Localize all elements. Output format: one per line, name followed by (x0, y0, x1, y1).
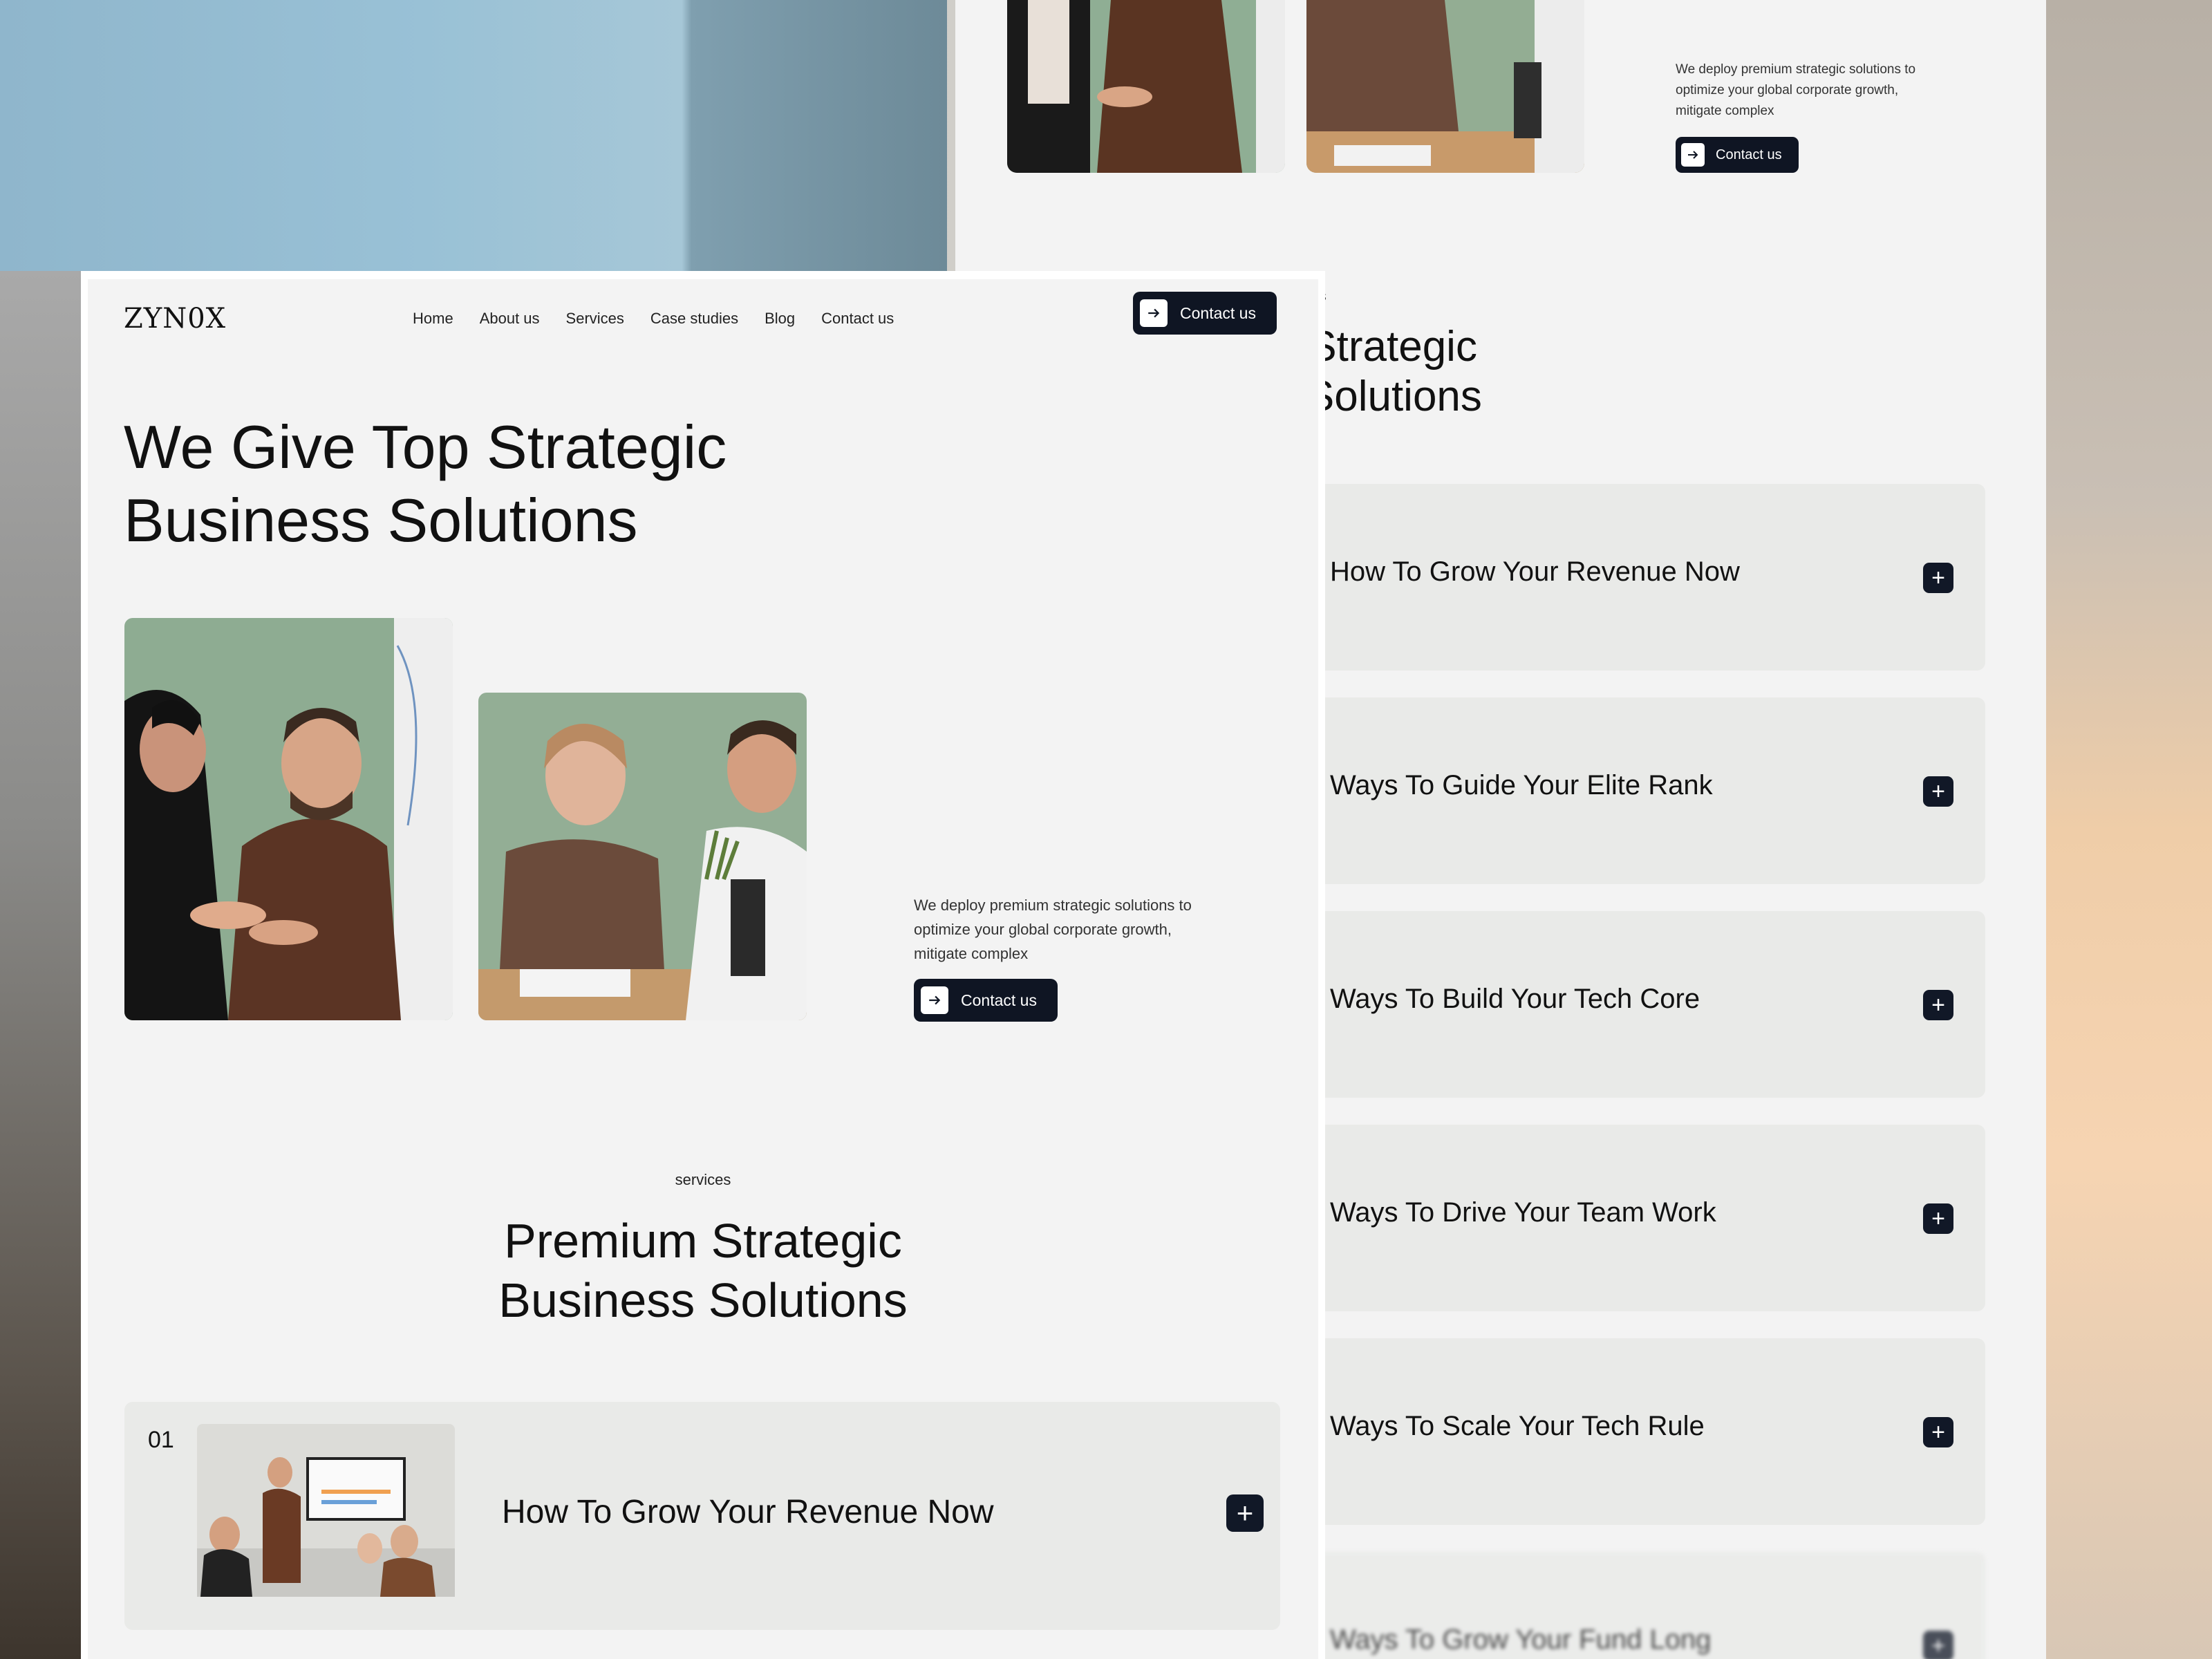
hero-contact-button[interactable]: Contact us (914, 979, 1058, 1022)
services-title-line2: Business Solutions (498, 1273, 908, 1327)
hero-title-line1: We Give Top Strategic (124, 413, 727, 481)
plus-icon[interactable]: + (1923, 1417, 1953, 1447)
plus-icon[interactable]: + (1923, 563, 1953, 593)
brand-logo[interactable]: ZYN0X (124, 303, 226, 335)
nav-item-home[interactable]: Home (413, 310, 453, 328)
back-service-label: Ways To Build Your Tech Core (1330, 984, 1700, 1014)
service-label: How To Grow Your Revenue Now (502, 1494, 994, 1530)
arrow-right-icon (1140, 299, 1168, 327)
arrow-right-icon (921, 986, 948, 1014)
nav-item-blog[interactable]: Blog (765, 310, 795, 328)
background-left-edge (0, 271, 83, 1659)
background-sky-photo (0, 0, 947, 271)
back-contact-button[interactable]: Contact us (1676, 137, 1799, 173)
services-title-line1: Premium Strategic (504, 1214, 902, 1268)
plus-icon[interactable]: + (1923, 990, 1953, 1020)
nav-item-about[interactable]: About us (480, 310, 540, 328)
hero-description: We deploy premium strategic solutions to… (914, 897, 1192, 962)
back-hero-description: We deploy premium strategic solutions to… (1676, 62, 1916, 118)
main-nav: Home About us Services Case studies Blog… (413, 310, 894, 328)
plus-icon[interactable]: + (1923, 1203, 1953, 1234)
nav-item-case-studies[interactable]: Case studies (650, 310, 738, 328)
hero-title-line2: Business Solutions (124, 486, 638, 554)
plus-icon[interactable]: + (1226, 1494, 1264, 1532)
plus-icon[interactable]: + (1923, 1631, 1953, 1659)
back-service-label: How To Grow Your Revenue Now (1330, 556, 1740, 587)
hero-title: We Give Top Strategic Business Solutions (124, 411, 815, 557)
back-meeting-photo (1306, 0, 1584, 173)
nav-item-contact[interactable]: Contact us (821, 310, 894, 328)
hero-contact-label: Contact us (961, 991, 1037, 1009)
service-number: 01 (148, 1427, 174, 1453)
plus-icon[interactable]: + (1923, 776, 1953, 807)
front-window: ZYN0X Home About us Services Case studie… (81, 271, 1325, 1659)
services-title: Premium Strategic Business Solutions (88, 1211, 1318, 1330)
back-service-label: Ways To Scale Your Tech Rule (1330, 1411, 1705, 1441)
hero-team-photo (124, 618, 453, 1020)
services-eyebrow: services (675, 1171, 731, 1188)
back-contact-label: Contact us (1716, 147, 1782, 162)
back-team-photo (1007, 0, 1285, 173)
service-thumbnail (197, 1424, 455, 1605)
hero-meeting-photo (478, 693, 807, 1020)
nav-item-services[interactable]: Services (566, 310, 624, 328)
background-right-edge (2046, 0, 2212, 1659)
back-service-label: Ways To Guide Your Elite Rank (1330, 770, 1713, 800)
back-service-label: Ways To Grow Your Fund Long (1330, 1624, 1712, 1655)
header-contact-button[interactable]: Contact us (1133, 292, 1277, 335)
header-contact-label: Contact us (1180, 303, 1256, 322)
arrow-right-icon (1681, 143, 1705, 167)
service-card[interactable]: 01 How To Grow Your Revenue Now + (124, 1402, 1280, 1630)
back-service-label: Ways To Drive Your Team Work (1330, 1197, 1716, 1228)
